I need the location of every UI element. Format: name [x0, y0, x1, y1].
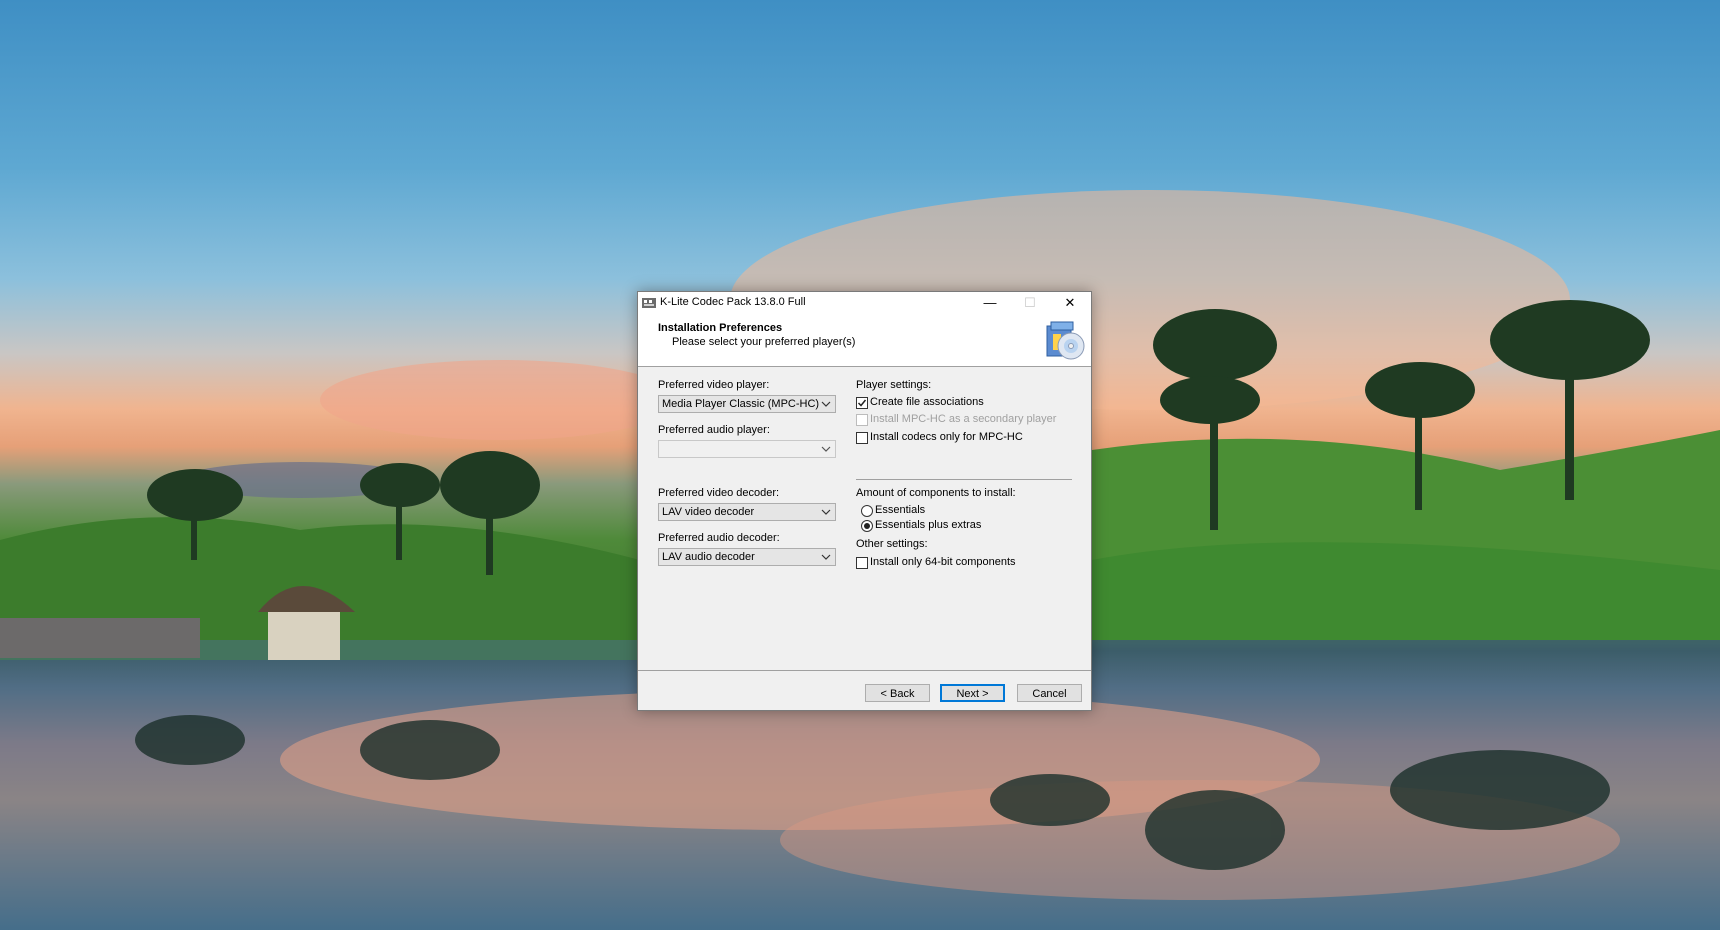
video-player-value: Media Player Classic (MPC-HC) — [662, 398, 820, 410]
essentials-plus-extras-radio[interactable] — [861, 520, 873, 532]
next-button[interactable]: Next > — [940, 684, 1005, 702]
only-64bit-label: Install only 64-bit components — [870, 556, 1016, 568]
audio-decoder-value: LAV audio decoder — [662, 551, 755, 563]
audio-decoder-label: Preferred audio decoder: — [658, 532, 780, 544]
checkmark-icon — [857, 399, 867, 407]
audio-decoder-select[interactable]: LAV audio decoder — [658, 548, 836, 566]
page-subtitle: Please select your preferred player(s) — [672, 336, 856, 348]
create-associations-label: Create file associations — [870, 396, 984, 408]
chevron-down-icon — [821, 446, 831, 452]
chevron-down-icon — [821, 554, 831, 560]
essentials-radio[interactable] — [861, 505, 873, 517]
cancel-button[interactable]: Cancel — [1017, 684, 1082, 702]
essentials-plus-extras-label: Essentials plus extras — [875, 519, 982, 531]
installer-dialog: K-Lite Codec Pack 13.8.0 Full — ☐ ✕ Inst… — [637, 291, 1092, 711]
other-settings-label: Other settings: — [856, 538, 928, 550]
create-associations-checkbox[interactable] — [856, 397, 868, 409]
video-decoder-value: LAV video decoder — [662, 506, 755, 518]
section-divider — [856, 479, 1072, 480]
page-title: Installation Preferences — [658, 322, 783, 334]
chevron-down-icon — [821, 401, 831, 407]
title-bar[interactable]: K-Lite Codec Pack 13.8.0 Full — ☐ ✕ — [638, 292, 1091, 314]
codecs-only-checkbox[interactable] — [856, 432, 868, 444]
back-button[interactable]: < Back — [865, 684, 930, 702]
window-title: K-Lite Codec Pack 13.8.0 Full — [660, 296, 806, 308]
maximize-button[interactable]: ☐ — [1011, 292, 1049, 314]
codecs-only-label: Install codecs only for MPC-HC — [870, 431, 1023, 443]
only-64bit-checkbox[interactable] — [856, 557, 868, 569]
footer-divider — [638, 670, 1091, 671]
wizard-header: Installation Preferences Please select y… — [638, 314, 1091, 367]
amount-components-label: Amount of components to install: — [856, 487, 1016, 499]
video-decoder-label: Preferred video decoder: — [658, 487, 780, 499]
secondary-player-checkbox[interactable] — [856, 414, 868, 426]
close-button[interactable]: ✕ — [1051, 292, 1089, 314]
video-decoder-select[interactable]: LAV video decoder — [658, 503, 836, 521]
player-settings-label: Player settings: — [856, 379, 932, 391]
klite-app-icon — [642, 298, 656, 308]
secondary-player-label: Install MPC-HC as a secondary player — [870, 413, 1057, 425]
codec-box-cd-icon — [1046, 321, 1085, 360]
minimize-button[interactable]: — — [971, 292, 1009, 314]
video-player-select[interactable]: Media Player Classic (MPC-HC) — [658, 395, 836, 413]
audio-player-label: Preferred audio player: — [658, 424, 770, 436]
chevron-down-icon — [821, 509, 831, 515]
radio-selected-dot — [864, 523, 870, 529]
essentials-label: Essentials — [875, 504, 926, 516]
audio-player-select[interactable] — [658, 440, 836, 458]
video-player-label: Preferred video player: — [658, 379, 770, 391]
